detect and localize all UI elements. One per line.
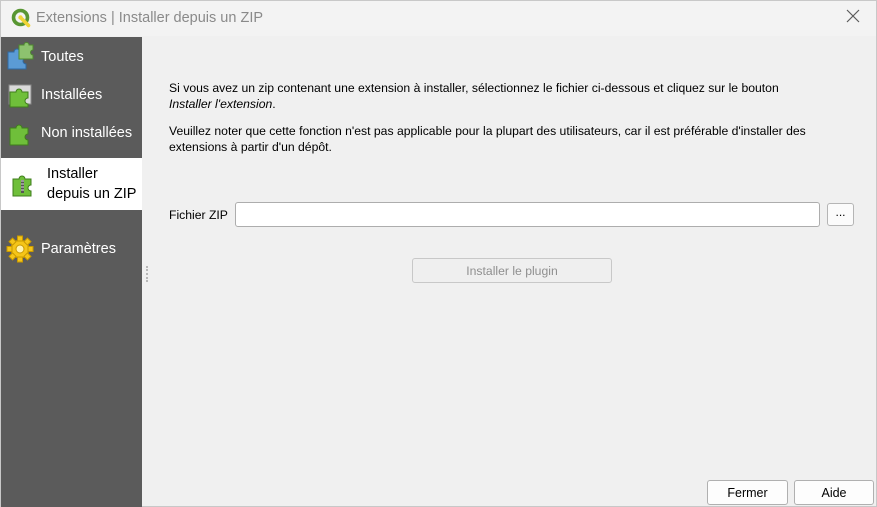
sidebar-item-label: Non installées: [41, 124, 133, 141]
zip-file-input[interactable]: [235, 202, 820, 227]
help-button[interactable]: Aide: [794, 480, 874, 505]
zip-file-label: Fichier ZIP: [169, 208, 228, 222]
sidebar-item-label-line2: depuis un ZIP: [47, 186, 137, 202]
sidebar-item-parametres[interactable]: Paramètres: [1, 232, 142, 265]
qgis-logo-icon: [11, 8, 31, 28]
puzzle-zip-icon: [9, 169, 39, 199]
sidebar-item-installer-zip[interactable]: Installer depuis un ZIP: [1, 158, 142, 210]
gear-icon: [5, 234, 35, 264]
close-window-button[interactable]: [830, 1, 876, 36]
puzzle-installed-icon: [5, 80, 35, 110]
sidebar: Toutes Installées Non installées Install…: [1, 37, 142, 507]
sidebar-item-installees[interactable]: Installées: [1, 78, 142, 111]
install-plugin-button[interactable]: Installer le plugin: [412, 258, 612, 283]
title-bar: Extensions | Installer depuis un ZIP: [1, 1, 876, 36]
intro-text: Si vous avez un zip contenant une extens…: [169, 81, 779, 95]
sidebar-item-non-installees[interactable]: Non installées: [1, 116, 142, 149]
sidebar-item-toutes[interactable]: Toutes: [1, 40, 142, 73]
sidebar-item-label: Installées: [41, 86, 103, 103]
intro-end: .: [272, 96, 276, 111]
puzzle-green-icon: [5, 118, 35, 148]
sidebar-item-label: Toutes: [41, 48, 84, 65]
sidebar-item-label: Paramètres: [41, 240, 116, 257]
close-icon: [846, 9, 860, 28]
sidebar-item-label: Installer depuis un ZIP: [47, 164, 136, 204]
browse-button[interactable]: ...: [827, 203, 854, 226]
puzzle-blue-icon: [5, 41, 35, 72]
plugin-manager-window: Extensions | Installer depuis un ZIP Tou…: [0, 0, 877, 507]
intro-paragraph: Si vous avez un zip contenant une extens…: [169, 81, 859, 112]
intro-emphasis: Installer l'extension: [169, 96, 273, 111]
sidebar-item-label-line1: Installer: [47, 166, 98, 182]
note-paragraph: Veuillez noter que cette fonction n'est …: [169, 124, 806, 154]
install-zip-panel: Si vous avez un zip contenant une extens…: [142, 37, 877, 507]
close-button[interactable]: Fermer: [707, 480, 788, 505]
window-title: Extensions | Installer depuis un ZIP: [36, 10, 264, 26]
